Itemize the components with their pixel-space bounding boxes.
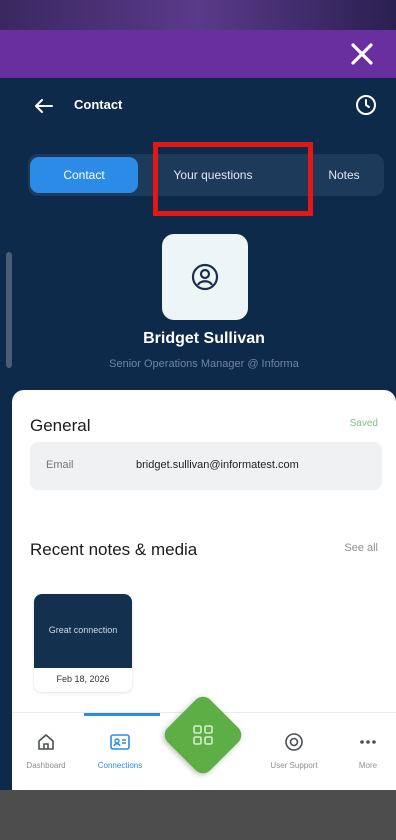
email-value[interactable]: bridget.sullivan@informatest.com: [136, 459, 299, 471]
scan-icon: [193, 725, 213, 745]
note-card[interactable]: Great connection Feb 18, 2026: [34, 594, 132, 692]
tab-notes[interactable]: Notes: [314, 154, 374, 196]
clock-icon: [356, 95, 376, 115]
status-badge: Saved: [349, 418, 378, 429]
system-navigation-bar: [0, 790, 396, 840]
contact-name: Bridget Sullivan: [143, 330, 265, 347]
nav-label: Dashboard: [26, 761, 66, 770]
tab-contact[interactable]: Contact: [30, 157, 138, 193]
close-icon: [351, 43, 373, 65]
more-icon: [355, 729, 381, 755]
general-title: General: [30, 416, 91, 435]
email-label: Email: [46, 459, 74, 471]
nav-user-support[interactable]: User Support: [260, 719, 328, 775]
user-icon: [191, 263, 219, 291]
nav-label: Connections: [97, 761, 143, 770]
note-date: Feb 18, 2026: [56, 674, 110, 684]
notes-title: Recent notes & media: [30, 540, 198, 559]
bottom-nav: Dashboard Connections User Support More: [12, 692, 396, 790]
contact-screen: Contact Contact Your questions Notes Bri…: [12, 78, 396, 790]
see-all-link[interactable]: See all: [344, 542, 378, 554]
left-edge: [0, 78, 12, 790]
contact-role: Senior Operations Manager @ Informa: [109, 358, 299, 370]
nav-label: More: [358, 761, 378, 770]
nav-label: User Support: [270, 761, 318, 770]
header: Contact: [12, 78, 396, 134]
back-button[interactable]: [32, 94, 56, 118]
arrow-left-icon: [35, 99, 53, 113]
email-row[interactable]: Email bridget.sullivan@informatest.com: [30, 442, 382, 490]
home-icon: [33, 729, 59, 755]
note-preview: Great connection: [34, 594, 132, 668]
tab-your-questions[interactable]: Your questions: [148, 154, 278, 196]
top-banner: [0, 0, 396, 30]
contact-card-icon: [107, 729, 133, 755]
avatar: [162, 234, 248, 320]
support-icon: [281, 729, 307, 755]
tab-bar: Contact Your questions Notes: [28, 154, 384, 196]
page-title: Contact: [74, 97, 123, 112]
nav-dashboard[interactable]: Dashboard: [12, 719, 80, 775]
nav-active-indicator: [84, 713, 160, 716]
history-button[interactable]: [354, 93, 378, 117]
close-button[interactable]: [344, 36, 380, 72]
nav-connections[interactable]: Connections: [86, 719, 154, 775]
overlay-top-bar: [0, 30, 396, 78]
nav-more[interactable]: More: [334, 719, 396, 775]
